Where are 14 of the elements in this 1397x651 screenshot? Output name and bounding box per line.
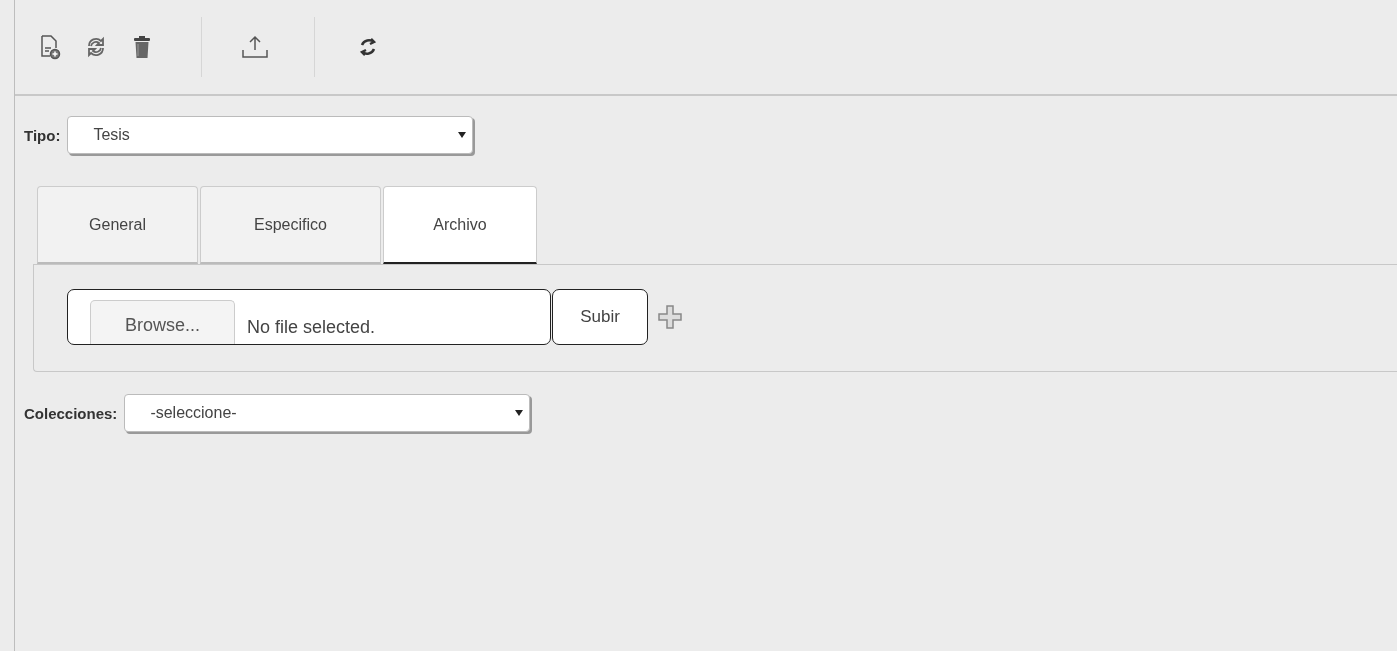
file-status: No file selected. [247,317,376,338]
caret-icon [515,410,524,416]
type-select[interactable]: Tesis [67,116,474,154]
file-input-field[interactable]: Browse... No file selected. [67,289,551,345]
tab[interactable]: General [37,186,198,264]
caret-icon [458,132,467,138]
field-label: Colecciones: [24,404,118,422]
browse-button[interactable]: Browse... [90,300,235,344]
tab[interactable]: Especifico [200,186,381,264]
tab[interactable]: Archivo [383,186,537,264]
plus-icon[interactable] [658,305,682,329]
collections-select[interactable]: -seleccione- [124,394,531,432]
field-label: Tipo: [24,126,61,144]
upload-button[interactable]: Subir [552,289,648,345]
